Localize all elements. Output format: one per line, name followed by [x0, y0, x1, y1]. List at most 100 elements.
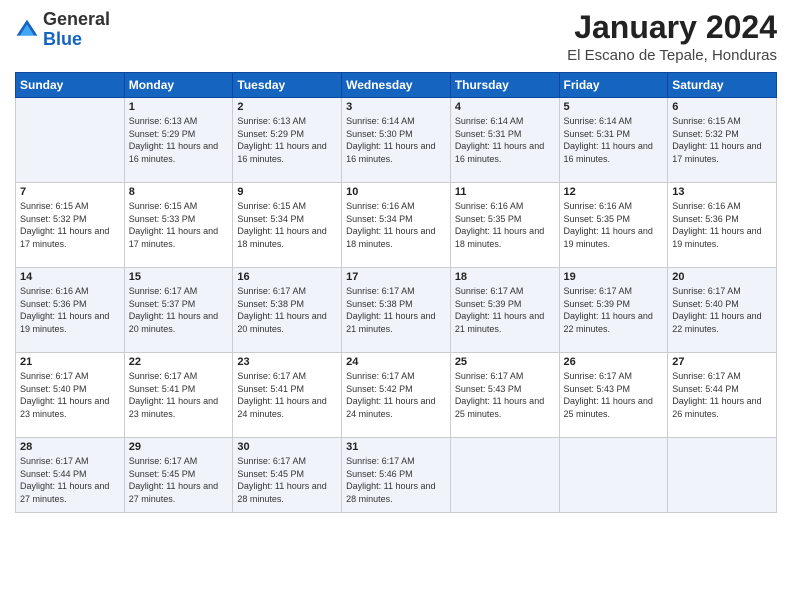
- calendar-cell: 1 Sunrise: 6:13 AMSunset: 5:29 PMDaylight…: [124, 98, 233, 183]
- day-number: 3: [346, 101, 446, 113]
- logo-icon: [15, 18, 39, 42]
- calendar-cell: 23 Sunrise: 6:17 AMSunset: 5:41 PMDayligh…: [233, 353, 342, 438]
- day-number: 18: [455, 271, 555, 283]
- day-number: 7: [20, 186, 120, 198]
- header-day-monday: Monday: [124, 73, 233, 98]
- day-info: Sunrise: 6:14 AMSunset: 5:31 PMDaylight:…: [564, 115, 664, 165]
- day-number: 23: [237, 356, 337, 368]
- calendar-cell: 21Sunrise: 6:17 AMSunset: 5:40 PMDayligh…: [16, 353, 125, 438]
- day-number: 13: [672, 186, 772, 198]
- calendar-cell: 13Sunrise: 6:16 AMSunset: 5:36 PMDayligh…: [668, 183, 777, 268]
- calendar-cell: 19 Sunrise: 6:17 AMSunset: 5:39 PMDayligh…: [559, 268, 668, 353]
- calendar-cell: 3 Sunrise: 6:14 AMSunset: 5:30 PMDaylight…: [342, 98, 451, 183]
- calendar-cell: 22 Sunrise: 6:17 AMSunset: 5:41 PMDayligh…: [124, 353, 233, 438]
- calendar-cell: 30 Sunrise: 6:17 AMSunset: 5:45 PMDayligh…: [233, 438, 342, 513]
- day-info: Sunrise: 6:17 AMSunset: 5:43 PMDaylight:…: [564, 370, 664, 420]
- day-number: 6: [672, 101, 772, 113]
- calendar-week-4: 21Sunrise: 6:17 AMSunset: 5:40 PMDayligh…: [16, 353, 777, 438]
- day-number: 20: [672, 271, 772, 283]
- day-number: 24: [346, 356, 446, 368]
- day-info: Sunrise: 6:17 AMSunset: 5:41 PMDaylight:…: [129, 370, 229, 420]
- day-number: 14: [20, 271, 120, 283]
- header-row: SundayMondayTuesdayWednesdayThursdayFrid…: [16, 73, 777, 98]
- calendar-cell: 6 Sunrise: 6:15 AMSunset: 5:32 PMDaylight…: [668, 98, 777, 183]
- day-info: Sunrise: 6:17 AMSunset: 5:38 PMDaylight:…: [346, 285, 446, 335]
- day-number: 19: [564, 271, 664, 283]
- calendar-cell: 11Sunrise: 6:16 AMSunset: 5:35 PMDayligh…: [450, 183, 559, 268]
- header-day-friday: Friday: [559, 73, 668, 98]
- day-number: 9: [237, 186, 337, 198]
- calendar-table: SundayMondayTuesdayWednesdayThursdayFrid…: [15, 72, 777, 513]
- calendar-cell: 8 Sunrise: 6:15 AMSunset: 5:33 PMDaylight…: [124, 183, 233, 268]
- day-info: Sunrise: 6:17 AMSunset: 5:37 PMDaylight:…: [129, 285, 229, 335]
- day-number: 29: [129, 441, 229, 453]
- day-info: Sunrise: 6:14 AMSunset: 5:31 PMDaylight:…: [455, 115, 555, 165]
- day-number: 4: [455, 101, 555, 113]
- calendar-cell: 26 Sunrise: 6:17 AMSunset: 5:43 PMDayligh…: [559, 353, 668, 438]
- day-number: 5: [564, 101, 664, 113]
- day-info: Sunrise: 6:14 AMSunset: 5:30 PMDaylight:…: [346, 115, 446, 165]
- calendar-cell: 9 Sunrise: 6:15 AMSunset: 5:34 PMDaylight…: [233, 183, 342, 268]
- calendar-cell: 12 Sunrise: 6:16 AMSunset: 5:35 PMDayligh…: [559, 183, 668, 268]
- day-info: Sunrise: 6:17 AMSunset: 5:38 PMDaylight:…: [237, 285, 337, 335]
- calendar-header: SundayMondayTuesdayWednesdayThursdayFrid…: [16, 73, 777, 98]
- title-block: January 2024 El Escano de Tepale, Hondur…: [567, 10, 777, 64]
- day-info: Sunrise: 6:17 AMSunset: 5:42 PMDaylight:…: [346, 370, 446, 420]
- calendar-cell: [559, 438, 668, 513]
- day-info: Sunrise: 6:16 AMSunset: 5:35 PMDaylight:…: [564, 200, 664, 250]
- logo: General Blue: [15, 10, 110, 50]
- calendar-cell: 27Sunrise: 6:17 AMSunset: 5:44 PMDayligh…: [668, 353, 777, 438]
- calendar-cell: 4 Sunrise: 6:14 AMSunset: 5:31 PMDaylight…: [450, 98, 559, 183]
- day-info: Sunrise: 6:16 AMSunset: 5:35 PMDaylight:…: [455, 200, 555, 250]
- header-day-tuesday: Tuesday: [233, 73, 342, 98]
- day-number: 1: [129, 101, 229, 113]
- calendar-cell: [668, 438, 777, 513]
- day-info: Sunrise: 6:17 AMSunset: 5:45 PMDaylight:…: [237, 455, 337, 505]
- calendar-week-2: 7 Sunrise: 6:15 AMSunset: 5:32 PMDaylight…: [16, 183, 777, 268]
- day-number: 31: [346, 441, 446, 453]
- calendar-cell: 15 Sunrise: 6:17 AMSunset: 5:37 PMDayligh…: [124, 268, 233, 353]
- day-info: Sunrise: 6:13 AMSunset: 5:29 PMDaylight:…: [237, 115, 337, 165]
- day-info: Sunrise: 6:16 AMSunset: 5:34 PMDaylight:…: [346, 200, 446, 250]
- day-number: 21: [20, 356, 120, 368]
- day-number: 30: [237, 441, 337, 453]
- day-info: Sunrise: 6:13 AMSunset: 5:29 PMDaylight:…: [129, 115, 229, 165]
- day-info: Sunrise: 6:17 AMSunset: 5:39 PMDaylight:…: [455, 285, 555, 335]
- day-info: Sunrise: 6:16 AMSunset: 5:36 PMDaylight:…: [20, 285, 120, 335]
- day-info: Sunrise: 6:15 AMSunset: 5:32 PMDaylight:…: [672, 115, 772, 165]
- month-title: January 2024: [567, 10, 777, 45]
- calendar-week-1: 1 Sunrise: 6:13 AMSunset: 5:29 PMDaylight…: [16, 98, 777, 183]
- day-info: Sunrise: 6:17 AMSunset: 5:44 PMDaylight:…: [672, 370, 772, 420]
- header-day-thursday: Thursday: [450, 73, 559, 98]
- calendar-week-3: 14 Sunrise: 6:16 AMSunset: 5:36 PMDayligh…: [16, 268, 777, 353]
- calendar-cell: 28Sunrise: 6:17 AMSunset: 5:44 PMDayligh…: [16, 438, 125, 513]
- day-number: 22: [129, 356, 229, 368]
- day-info: Sunrise: 6:15 AMSunset: 5:34 PMDaylight:…: [237, 200, 337, 250]
- day-info: Sunrise: 6:17 AMSunset: 5:46 PMDaylight:…: [346, 455, 446, 505]
- calendar-cell: 17Sunrise: 6:17 AMSunset: 5:38 PMDayligh…: [342, 268, 451, 353]
- day-info: Sunrise: 6:15 AMSunset: 5:33 PMDaylight:…: [129, 200, 229, 250]
- calendar-cell: 5 Sunrise: 6:14 AMSunset: 5:31 PMDaylight…: [559, 98, 668, 183]
- calendar-cell: 20 Sunrise: 6:17 AMSunset: 5:40 PMDayligh…: [668, 268, 777, 353]
- day-number: 12: [564, 186, 664, 198]
- day-number: 2: [237, 101, 337, 113]
- day-info: Sunrise: 6:15 AMSunset: 5:32 PMDaylight:…: [20, 200, 120, 250]
- calendar-cell: 2 Sunrise: 6:13 AMSunset: 5:29 PMDaylight…: [233, 98, 342, 183]
- page-container: General Blue January 2024 El Escano de T…: [0, 0, 792, 612]
- day-info: Sunrise: 6:17 AMSunset: 5:39 PMDaylight:…: [564, 285, 664, 335]
- header-day-wednesday: Wednesday: [342, 73, 451, 98]
- day-number: 15: [129, 271, 229, 283]
- day-info: Sunrise: 6:17 AMSunset: 5:43 PMDaylight:…: [455, 370, 555, 420]
- calendar-cell: 25Sunrise: 6:17 AMSunset: 5:43 PMDayligh…: [450, 353, 559, 438]
- header-day-sunday: Sunday: [16, 73, 125, 98]
- calendar-body: 1 Sunrise: 6:13 AMSunset: 5:29 PMDaylight…: [16, 98, 777, 513]
- day-info: Sunrise: 6:17 AMSunset: 5:45 PMDaylight:…: [129, 455, 229, 505]
- day-number: 10: [346, 186, 446, 198]
- calendar-week-5: 28Sunrise: 6:17 AMSunset: 5:44 PMDayligh…: [16, 438, 777, 513]
- day-info: Sunrise: 6:17 AMSunset: 5:40 PMDaylight:…: [672, 285, 772, 335]
- location: El Escano de Tepale, Honduras: [567, 47, 777, 64]
- day-number: 8: [129, 186, 229, 198]
- day-info: Sunrise: 6:17 AMSunset: 5:41 PMDaylight:…: [237, 370, 337, 420]
- logo-text: General Blue: [43, 10, 110, 50]
- day-number: 26: [564, 356, 664, 368]
